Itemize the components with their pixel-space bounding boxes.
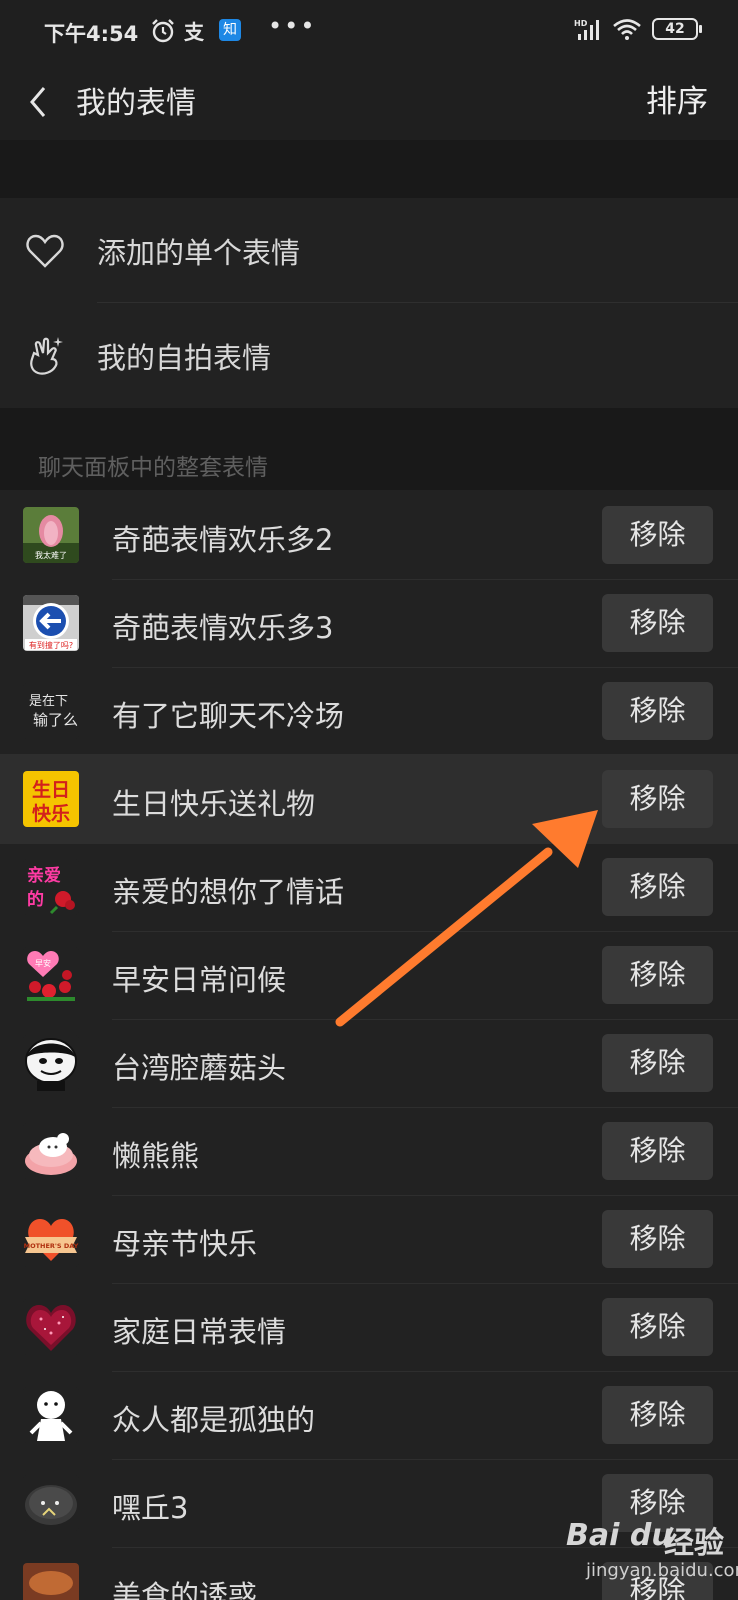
status-time: 下午4:54: [44, 22, 139, 46]
pack-thumbnail-heiqiu: [23, 1475, 79, 1531]
remove-button[interactable]: 移除: [602, 1122, 713, 1180]
pack-thumbnail-lonely-figure: [23, 1387, 79, 1443]
sticker-pack-list: 我太难了 奇葩表情欢乐多2 移除 有到撞了吗? 奇葩表情欢乐多3 移除 是在下 …: [0, 490, 738, 1600]
single-stickers-label: 添加的单个表情: [97, 236, 301, 270]
pack-name: 生日快乐送礼物: [112, 787, 316, 821]
single-sticker-section: 添加的单个表情 我的自拍表情: [0, 198, 738, 408]
pack-thumbnail-sign: 有到撞了吗?: [23, 595, 79, 651]
battery-icon: 42: [652, 18, 702, 40]
pack-thumbnail-roses: 亲爱 的: [23, 859, 79, 915]
top-nav-bar: 我的表情 排序: [0, 64, 738, 140]
thumb-caption: 有到撞了吗?: [29, 640, 73, 650]
alarm-icon: [152, 19, 174, 43]
pack-name: 奇葩表情欢乐多3: [112, 611, 334, 645]
pack-name: 懒熊熊: [112, 1139, 200, 1173]
page-title: 我的表情: [76, 86, 196, 121]
selfie-hand-icon: [30, 337, 63, 375]
pack-thumbnail-birthday: 生日 快乐: [23, 771, 79, 827]
pack-thumbnail-heart-roses: 早安: [23, 947, 79, 1003]
selfie-stickers-label: 我的自拍表情: [97, 341, 272, 375]
pack-name: 亲爱的想你了情话: [112, 875, 345, 909]
pack-name: 早安日常问候: [112, 963, 287, 997]
list-item[interactable]: MOTHER'S DAY 母亲节快乐 移除: [0, 1194, 738, 1284]
baidu-watermark: Bai du 经验 jingyan.baidu.com: [566, 1518, 738, 1600]
list-item[interactable]: 早安 早安日常问候 移除: [0, 930, 738, 1020]
pack-name: 嘿丘3: [112, 1491, 189, 1525]
thumb-caption: 是在下: [29, 694, 68, 709]
list-item[interactable]: 众人都是孤独的 移除: [0, 1370, 738, 1460]
pack-thumbnail-lotus: 我太难了: [23, 507, 79, 563]
pack-thumbnail-calligraphy: 是在下 输了么: [23, 683, 79, 739]
back-arrow-icon[interactable]: [24, 82, 54, 122]
wifi-icon: [613, 19, 641, 40]
heart-icon: [26, 234, 64, 268]
thumb-caption: 早安: [35, 958, 51, 968]
sort-button[interactable]: 排序: [646, 76, 708, 121]
pack-thumbnail-food: [23, 1563, 79, 1600]
pack-name: 美食的诱惑: [112, 1579, 258, 1600]
section-header-text: 聊天面板中的整套表情: [38, 455, 268, 481]
section-header: 聊天面板中的整套表情: [0, 408, 738, 490]
remove-button[interactable]: 移除: [602, 682, 713, 740]
pack-thumbnail-lazy-bear: [23, 1123, 79, 1179]
remove-button[interactable]: 移除: [602, 1386, 713, 1444]
remove-button[interactable]: 移除: [602, 946, 713, 1004]
pack-thumbnail-mothers-day: MOTHER'S DAY: [23, 1211, 79, 1267]
jingyan-logo: 经验: [664, 1526, 724, 1561]
remove-button[interactable]: 移除: [602, 1298, 713, 1356]
signal-icon: HD: [574, 19, 599, 40]
thumb-caption: MOTHER'S DAY: [24, 1242, 79, 1250]
remove-button[interactable]: 移除: [602, 858, 713, 916]
remove-button[interactable]: 移除: [602, 1034, 713, 1092]
thumb-caption: 输了么: [33, 711, 78, 729]
watermark-url: jingyan.baidu.com: [586, 1560, 738, 1581]
pack-thumbnail-mushroom-head: [23, 1035, 79, 1091]
more-notifications-icon: •••: [268, 12, 317, 40]
remove-button[interactable]: 移除: [602, 594, 713, 652]
thumb-caption: 的: [27, 889, 44, 910]
alipay-icon: 支: [184, 20, 204, 44]
zhihu-icon: 知: [219, 19, 241, 41]
pack-name: 有了它聊天不冷场: [112, 699, 345, 733]
single-stickers-row[interactable]: 添加的单个表情: [0, 198, 738, 302]
pack-name: 母亲节快乐: [112, 1227, 258, 1261]
spacer: [0, 140, 738, 198]
list-item[interactable]: 家庭日常表情 移除: [0, 1282, 738, 1372]
baidu-logo: Bai du: [566, 1518, 673, 1553]
list-item[interactable]: 懒熊熊 移除: [0, 1106, 738, 1196]
list-item[interactable]: 台湾腔蘑菇头 移除: [0, 1018, 738, 1108]
thumb-caption: 亲爱: [27, 865, 61, 886]
thumb-caption: 生日: [32, 778, 70, 801]
status-bar: 下午4:54 支 知 ••• HD 42: [0, 0, 738, 64]
list-item[interactable]: 有到撞了吗? 奇葩表情欢乐多3 移除: [0, 578, 738, 668]
list-item[interactable]: 我太难了 奇葩表情欢乐多2 移除: [0, 490, 738, 580]
pack-name: 台湾腔蘑菇头: [112, 1051, 287, 1085]
list-item[interactable]: 亲爱 的 亲爱的想你了情话 移除: [0, 842, 738, 932]
thumb-caption: 我太难了: [35, 550, 67, 560]
list-item-selected[interactable]: 生日 快乐 生日快乐送礼物 移除: [0, 754, 738, 844]
pack-thumbnail-glitter-heart: [23, 1299, 79, 1355]
list-item[interactable]: 是在下 输了么 有了它聊天不冷场 移除: [0, 666, 738, 756]
svg-text:HD: HD: [574, 19, 588, 28]
selfie-stickers-row[interactable]: 我的自拍表情: [0, 303, 738, 407]
pack-name: 奇葩表情欢乐多2: [112, 523, 334, 557]
remove-button[interactable]: 移除: [602, 506, 713, 564]
thumb-caption: 快乐: [32, 802, 70, 825]
pack-name: 众人都是孤独的: [112, 1403, 316, 1437]
remove-button[interactable]: 移除: [602, 1210, 713, 1268]
remove-button[interactable]: 移除: [602, 770, 713, 828]
pack-name: 家庭日常表情: [112, 1315, 287, 1349]
